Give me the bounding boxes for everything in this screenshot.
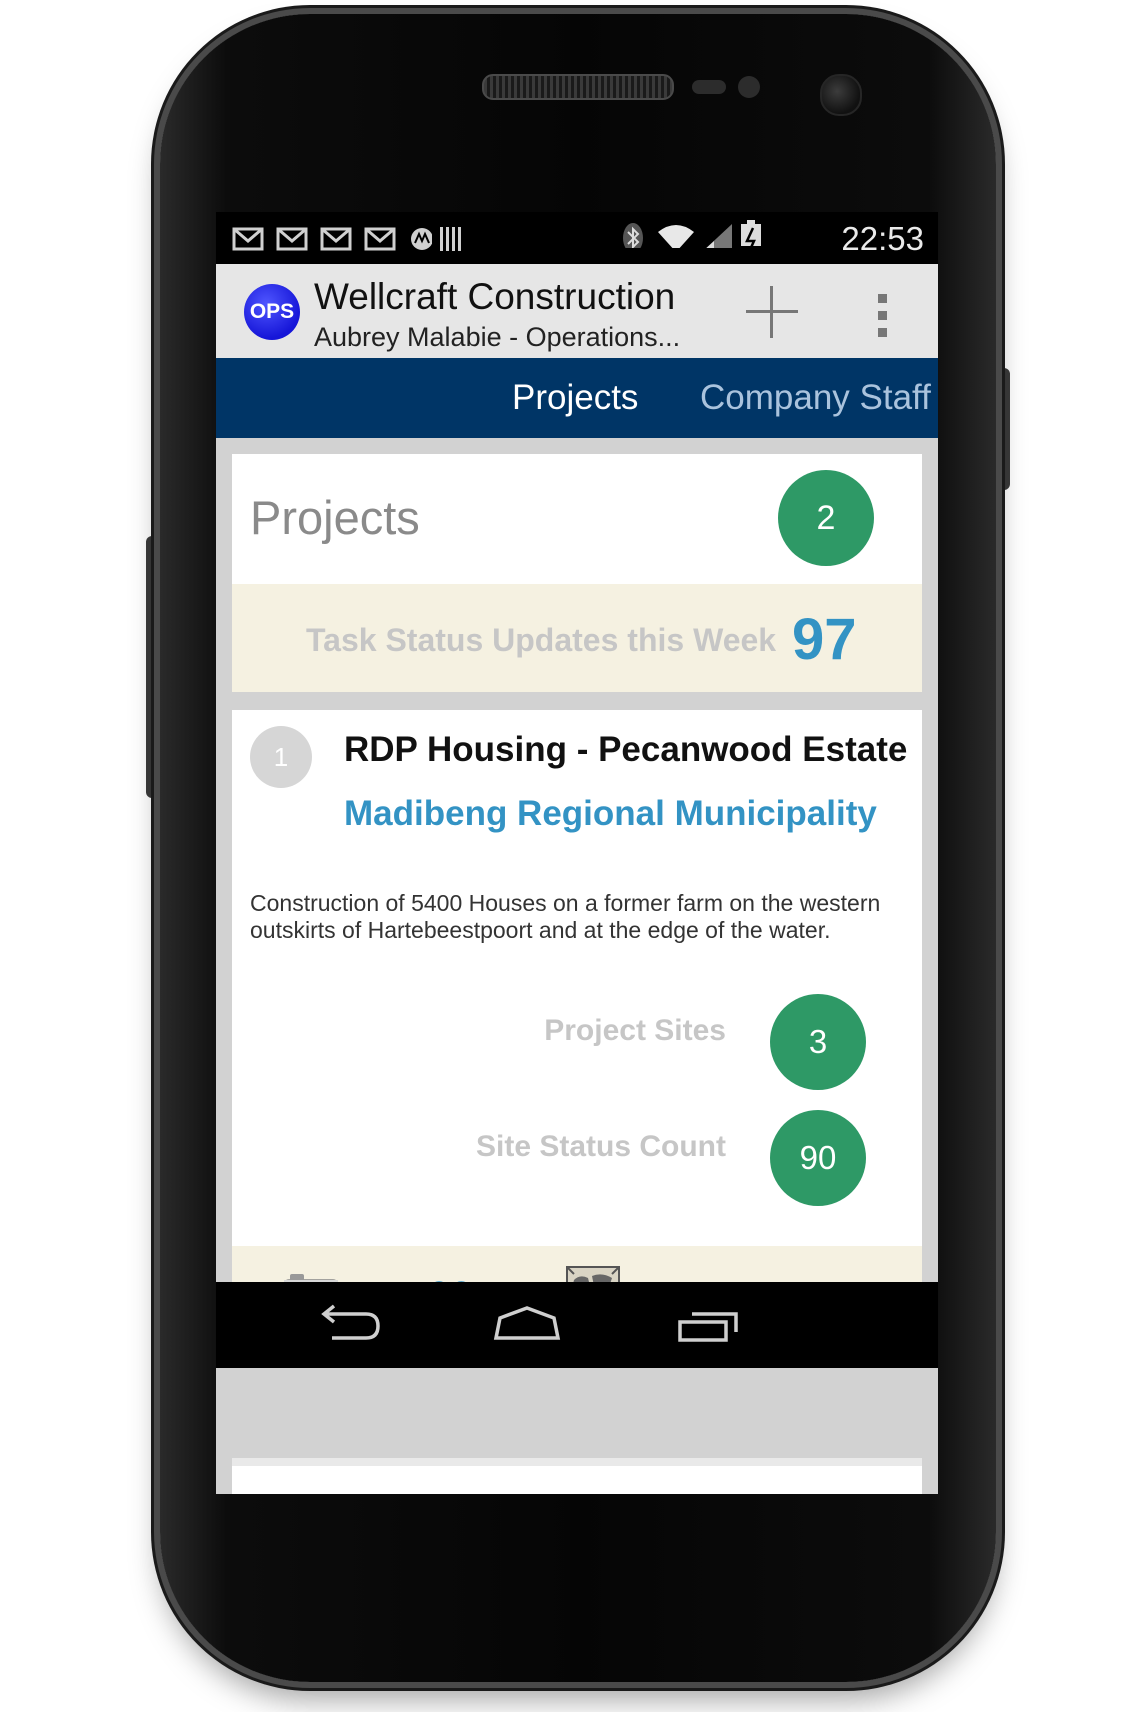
project-sites-label: Project Sites <box>544 1014 726 1047</box>
wifi-icon <box>658 225 694 248</box>
projects-summary-card: Projects 2 Task Status Updates this Week… <box>232 454 922 692</box>
next-project-card[interactable] <box>232 1458 922 1494</box>
project-description: Construction of 5400 Houses on a former … <box>250 890 881 943</box>
project-count-badge: 2 <box>778 470 874 566</box>
status-clock: 22:53 <box>841 220 924 257</box>
tab-bar: Projects Company Staff <box>216 358 938 438</box>
task-updates-band: Task Status Updates this Week 97 <box>232 584 922 692</box>
tab-company-staff[interactable]: Company Staff <box>700 378 931 418</box>
site-status-count-label: Site Status Count <box>475 1130 726 1163</box>
motorola-icon <box>411 228 432 250</box>
back-icon[interactable] <box>312 1302 382 1348</box>
status-bar: 22:53 <box>216 212 938 264</box>
battery-charging-icon <box>741 220 761 246</box>
gmail-icon <box>232 227 264 251</box>
project-card[interactable]: 1 RDP Housing - Pecanwood Estate Madiben… <box>232 710 922 1356</box>
app-subtitle: Aubrey Malabie - Operations... <box>314 322 681 352</box>
app-title: Wellcraft Construction <box>314 276 676 317</box>
home-icon[interactable] <box>492 1302 562 1348</box>
task-updates-value: 97 <box>792 607 857 672</box>
earpiece-speaker <box>482 74 674 100</box>
recent-apps-icon[interactable] <box>676 1302 746 1348</box>
app-logo[interactable]: OPS <box>244 284 300 340</box>
navigation-bar <box>216 1282 938 1368</box>
gmail-icon <box>276 227 308 251</box>
action-bar: OPS Wellcraft Construction Aubrey Malabi… <box>216 264 938 358</box>
overflow-menu-icon[interactable] <box>878 294 888 338</box>
proximity-sensor <box>692 80 726 94</box>
project-index-badge: 1 <box>250 726 312 788</box>
project-client[interactable]: Madibeng Regional Municipality <box>344 794 877 834</box>
gmail-icon <box>320 227 352 251</box>
task-updates-label: Task Status Updates this Week <box>306 622 777 658</box>
front-camera <box>820 74 862 116</box>
add-icon[interactable] <box>746 286 798 338</box>
gmail-icon <box>364 227 396 251</box>
notification-icons <box>232 227 432 251</box>
power-button <box>994 368 1010 490</box>
tab-projects[interactable]: Projects <box>512 378 638 418</box>
bluetooth-icon <box>623 223 643 248</box>
signal-icon <box>706 224 732 248</box>
light-sensor <box>738 76 760 98</box>
barcode-icon <box>440 227 461 251</box>
site-status-count-badge[interactable]: 90 <box>770 1110 866 1206</box>
project-name[interactable]: RDP Housing - Pecanwood Estate <box>344 730 907 770</box>
project-sites-badge[interactable]: 3 <box>770 994 866 1090</box>
summary-title: Projects <box>250 491 420 544</box>
